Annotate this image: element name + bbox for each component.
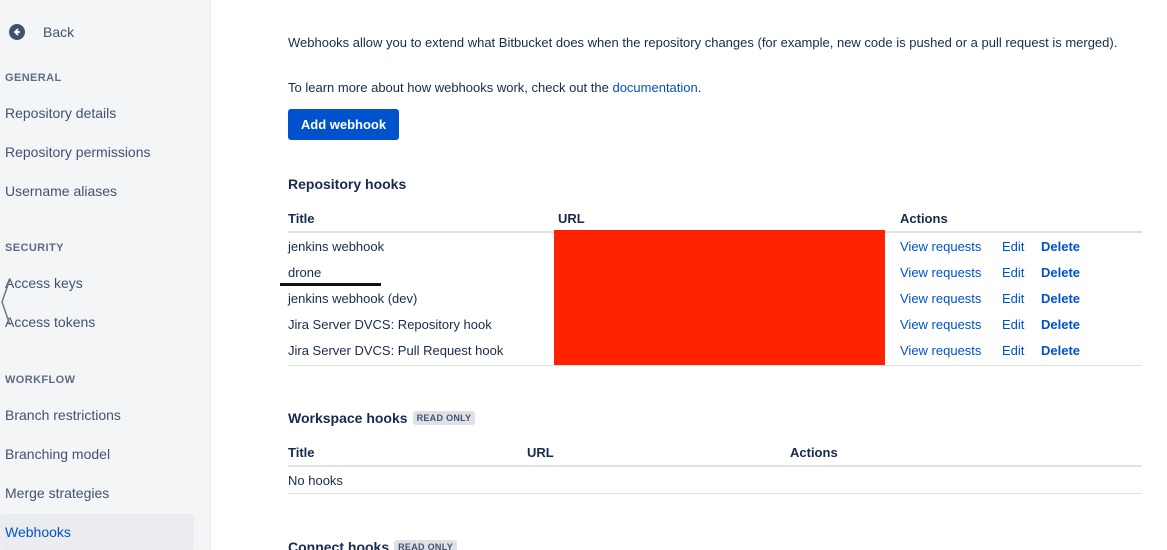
- edit-link[interactable]: Edit: [1002, 239, 1024, 254]
- delete-link[interactable]: Delete: [1041, 343, 1080, 358]
- hook-title: jenkins webhook: [288, 239, 385, 254]
- table-divider: [288, 493, 1142, 494]
- delete-link[interactable]: Delete: [1041, 239, 1080, 254]
- edit-link[interactable]: Edit: [1002, 343, 1024, 358]
- back-button[interactable]: Back: [9, 24, 74, 40]
- table-divider: [288, 465, 1142, 467]
- column-header-actions: Actions: [900, 211, 948, 226]
- sidebar-item-branch-restrictions[interactable]: Branch restrictions: [0, 397, 194, 433]
- sidebar-item-merge-strategies[interactable]: Merge strategies: [0, 475, 194, 511]
- repository-hooks-heading: Repository hooks: [288, 176, 407, 192]
- empty-state: No hooks: [288, 473, 343, 488]
- view-requests-link[interactable]: View requests: [900, 343, 981, 358]
- column-header-url: URL: [558, 211, 585, 226]
- sidebar-item-webhooks[interactable]: Webhooks: [0, 514, 194, 550]
- view-requests-link[interactable]: View requests: [900, 317, 981, 332]
- edit-link[interactable]: Edit: [1002, 265, 1024, 280]
- hook-title: Jira Server DVCS: Repository hook: [288, 317, 492, 332]
- table-divider: [288, 365, 1142, 366]
- learn-more-text: To learn more about how webhooks work, c…: [288, 80, 702, 95]
- sidebar-item-access-keys[interactable]: Access keys: [0, 265, 194, 301]
- column-header-url: URL: [527, 445, 554, 460]
- hook-title: Jira Server DVCS: Pull Request hook: [288, 343, 504, 358]
- connect-hooks-heading: Connect hooks READ ONLY: [288, 539, 458, 550]
- url-redaction: [554, 230, 885, 365]
- arrow-left-icon: [9, 24, 25, 40]
- hook-title: drone: [288, 265, 322, 280]
- edit-link[interactable]: Edit: [1002, 317, 1024, 332]
- hook-title: jenkins webhook (dev): [288, 291, 418, 306]
- documentation-link[interactable]: documentation: [612, 80, 697, 95]
- read-only-badge: READ ONLY: [412, 411, 476, 425]
- sidebar: Back GENERAL Repository details Reposito…: [0, 0, 211, 550]
- collapse-chevron-icon[interactable]: [0, 277, 12, 332]
- column-header-title: Title: [288, 445, 315, 460]
- read-only-badge: READ ONLY: [394, 540, 458, 550]
- delete-link[interactable]: Delete: [1041, 317, 1080, 332]
- sidebar-item-repository-permissions[interactable]: Repository permissions: [0, 134, 194, 170]
- view-requests-link[interactable]: View requests: [900, 291, 981, 306]
- workspace-hooks-heading: Workspace hooks READ ONLY: [288, 410, 476, 426]
- back-label: Back: [43, 24, 75, 40]
- column-header-title: Title: [288, 211, 315, 226]
- section-security: SECURITY: [5, 242, 64, 254]
- delete-link[interactable]: Delete: [1041, 291, 1080, 306]
- edit-link[interactable]: Edit: [1002, 291, 1024, 306]
- sidebar-item-branching-model[interactable]: Branching model: [0, 436, 194, 472]
- sidebar-item-username-aliases[interactable]: Username aliases: [0, 173, 194, 209]
- sidebar-item-access-tokens[interactable]: Access tokens: [0, 304, 194, 340]
- delete-link[interactable]: Delete: [1041, 265, 1080, 280]
- view-requests-link[interactable]: View requests: [900, 265, 981, 280]
- view-requests-link[interactable]: View requests: [900, 239, 981, 254]
- section-workflow: WORKFLOW: [5, 374, 76, 386]
- intro-text: Webhooks allow you to extend what Bitbuc…: [288, 35, 1118, 50]
- add-webhook-button[interactable]: Add webhook: [288, 109, 399, 140]
- section-general: GENERAL: [5, 72, 62, 84]
- column-header-actions: Actions: [790, 445, 838, 460]
- sidebar-item-repository-details[interactable]: Repository details: [0, 95, 194, 131]
- annotation-underline: [280, 283, 381, 286]
